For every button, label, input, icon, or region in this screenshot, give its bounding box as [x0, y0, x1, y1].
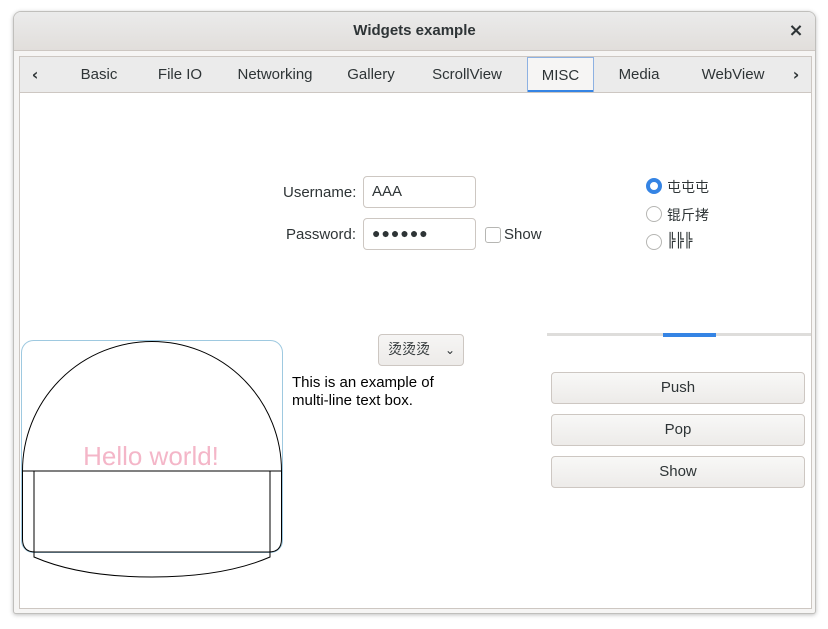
tab-basic[interactable]: Basic: [58, 57, 140, 93]
multiline-text-box[interactable]: This is an example of multi-line text bo…: [292, 374, 472, 410]
tab-bar: ‹ Basic File IO Networking Gallery Scrol…: [19, 56, 812, 94]
progress-bar: [547, 333, 811, 337]
tab-webview[interactable]: WebView: [685, 57, 781, 93]
tab-scroll-right-icon[interactable]: ›: [786, 57, 806, 93]
radio-option-2-label: 锟斤拷: [667, 208, 709, 224]
password-label: Password:: [286, 226, 357, 243]
canvas-text: Hello world!: [83, 441, 219, 471]
multiline-text-line-2: multi-line text box.: [292, 392, 413, 409]
tab-file-io[interactable]: File IO: [140, 57, 220, 93]
multiline-text-line-1: This is an example of: [292, 374, 434, 391]
username-label: Username:: [283, 184, 357, 201]
drawing-canvas: Hello world!: [21, 340, 283, 578]
push-button[interactable]: Push: [551, 372, 805, 404]
progress-bar-fill: [663, 333, 716, 337]
title-bar[interactable]: Widgets example ×: [14, 12, 815, 51]
pop-button[interactable]: Pop: [551, 414, 805, 446]
close-icon[interactable]: ×: [785, 20, 807, 42]
combo-box-value: 烫烫烫: [388, 342, 430, 358]
tab-networking[interactable]: Networking: [220, 57, 330, 93]
window-title: Widgets example: [353, 22, 476, 39]
show-button[interactable]: Show: [551, 456, 805, 488]
tab-media[interactable]: Media: [602, 57, 676, 93]
app-window: Widgets example × ‹ Basic File IO Networ…: [13, 11, 816, 614]
show-password-label: Show: [504, 226, 542, 243]
chevron-down-icon: ⌄: [444, 343, 455, 357]
tab-scrollview[interactable]: ScrollView: [412, 57, 522, 93]
radio-option-1-label: 屯屯屯: [667, 180, 709, 196]
username-input[interactable]: AAA: [363, 176, 476, 208]
tab-gallery[interactable]: Gallery: [330, 57, 412, 93]
misc-page: Username: AAA Password: ●●●●●● Show 屯屯屯 …: [19, 92, 812, 609]
radio-option-1[interactable]: [646, 178, 662, 194]
tab-misc[interactable]: MISC: [527, 57, 594, 94]
radio-option-3[interactable]: [646, 234, 662, 250]
show-password-checkbox[interactable]: [485, 227, 501, 243]
password-input[interactable]: ●●●●●●: [363, 218, 476, 250]
radio-option-2[interactable]: [646, 206, 662, 222]
combo-box[interactable]: 烫烫烫 ⌄: [378, 334, 464, 366]
tab-scroll-left-icon[interactable]: ‹: [25, 57, 45, 93]
radio-option-3-label: ╠╠╠: [667, 233, 693, 249]
